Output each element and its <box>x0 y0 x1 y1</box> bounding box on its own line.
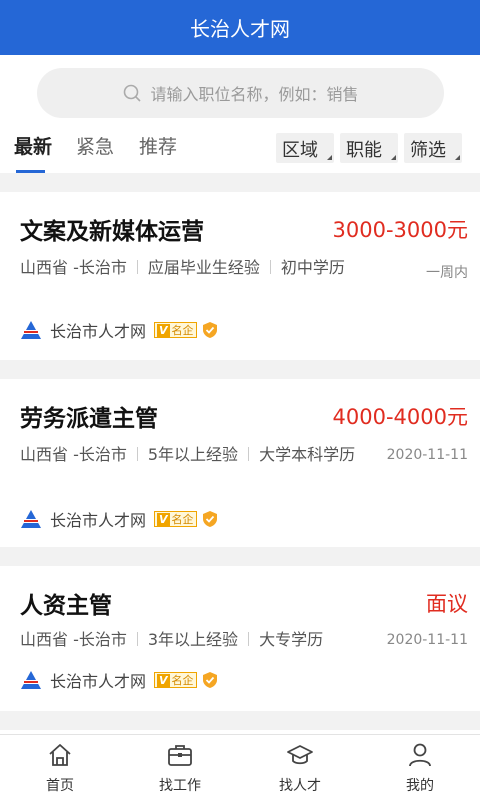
job-date: 一周内 <box>426 265 468 281</box>
divider <box>136 260 138 274</box>
verified-badge: V 名企 <box>154 322 197 338</box>
graduation-cap-icon <box>287 745 313 765</box>
job-experience: 3年以上经验 <box>147 630 239 649</box>
job-date: 2020-11-11 <box>386 447 468 463</box>
verified-badge: V 名企 <box>154 672 197 688</box>
filter-function-label: 职能 <box>346 140 382 161</box>
dropdown-triangle-icon <box>391 155 396 160</box>
tabbar-profile[interactable]: 我的 <box>360 735 480 800</box>
tabbar-find-talent-label: 找人才 <box>279 778 321 794</box>
company-row: 长治市人才网 V 名企 <box>20 507 219 531</box>
company-logo-icon <box>21 510 41 528</box>
search-icon <box>124 84 142 102</box>
filter-function[interactable]: 职能 <box>340 133 398 163</box>
divider <box>248 632 250 646</box>
tabbar-profile-label: 我的 <box>406 778 434 794</box>
tabbar-find-talent[interactable]: 找人才 <box>240 735 360 800</box>
dropdown-triangle-icon <box>455 155 460 160</box>
tabbar-find-job-label: 找工作 <box>159 778 201 794</box>
job-date: 2020-11-11 <box>386 632 468 648</box>
home-icon <box>49 744 71 766</box>
tab-bar: 最新 紧急 推荐 区域 职能 筛选 <box>0 120 480 173</box>
job-education: 初中学历 <box>280 258 345 277</box>
job-title: 劳务派遣主管 <box>20 406 158 432</box>
company-logo-icon <box>21 321 41 339</box>
user-icon <box>409 743 431 767</box>
divider <box>136 447 138 461</box>
job-meta: 山西省 -长治市 应届毕业生经验 初中学历 <box>20 256 370 280</box>
job-salary: 4000-4000元 <box>332 405 468 429</box>
company-logo-icon <box>21 671 41 689</box>
job-salary: 面议 <box>426 592 468 616</box>
job-title: 人资主管 <box>20 593 112 619</box>
job-salary: 3000-3000元 <box>332 218 468 242</box>
tab-latest[interactable]: 最新 <box>14 132 52 159</box>
verified-badge: V 名企 <box>154 511 197 527</box>
job-card[interactable]: 文案及新媒体运营 3000-3000元 山西省 -长治市 应届毕业生经验 初中学历 … <box>0 192 480 360</box>
job-card[interactable]: 人资主管 面议 山西省 -长治市 3年以上经验 大专学历 2020-11-11 长治… <box>0 566 480 711</box>
briefcase-icon <box>168 745 192 766</box>
job-meta: 山西省 -长治市 5年以上经验 大学本科学历 <box>20 443 370 467</box>
shield-check-icon <box>202 511 217 527</box>
job-experience: 应届毕业生经验 <box>147 258 260 277</box>
shield-check-icon <box>202 322 217 338</box>
job-title: 文案及新媒体运营 <box>20 219 204 245</box>
dropdown-triangle-icon <box>327 155 332 160</box>
filter-more-label: 筛选 <box>410 140 446 161</box>
company-name: 长治市人才网 <box>50 672 147 691</box>
filter-region-label: 区域 <box>282 140 318 161</box>
company-name: 长治市人才网 <box>50 322 147 341</box>
job-meta: 山西省 -长治市 3年以上经验 大专学历 <box>20 628 370 652</box>
bottom-tab-bar: 首页 找工作 找人才 我的 <box>0 734 480 800</box>
active-tab-indicator <box>16 170 45 173</box>
company-row: 长治市人才网 V 名企 <box>20 668 219 692</box>
app-header: 长治人才网 <box>0 0 480 55</box>
company-name: 长治市人才网 <box>50 511 147 530</box>
divider <box>269 260 271 274</box>
filter-more[interactable]: 筛选 <box>404 133 462 163</box>
page-title: 长治人才网 <box>190 17 290 41</box>
company-row: 长治市人才网 V 名企 <box>20 318 219 342</box>
job-card[interactable]: 劳务派遣主管 4000-4000元 山西省 -长治市 5年以上经验 大学本科学历 2… <box>0 379 480 547</box>
tabbar-home-label: 首页 <box>46 778 74 794</box>
tabbar-find-job[interactable]: 找工作 <box>120 735 240 800</box>
shield-check-icon <box>202 672 217 688</box>
search-placeholder: 请输入职位名称，例如：销售 <box>150 85 359 104</box>
tabbar-home[interactable]: 首页 <box>0 735 120 800</box>
tab-recommended[interactable]: 推荐 <box>139 132 177 159</box>
divider <box>248 447 250 461</box>
job-location: 山西省 -长治市 <box>20 445 127 464</box>
job-education: 大专学历 <box>259 630 324 649</box>
filter-region[interactable]: 区域 <box>276 133 334 163</box>
search-input[interactable]: 请输入职位名称，例如：销售 <box>37 68 444 118</box>
job-location: 山西省 -长治市 <box>20 630 127 649</box>
job-education: 大学本科学历 <box>259 445 356 464</box>
job-experience: 5年以上经验 <box>147 445 239 464</box>
job-location: 山西省 -长治市 <box>20 258 127 277</box>
divider <box>136 632 138 646</box>
tab-urgent[interactable]: 紧急 <box>76 132 114 159</box>
